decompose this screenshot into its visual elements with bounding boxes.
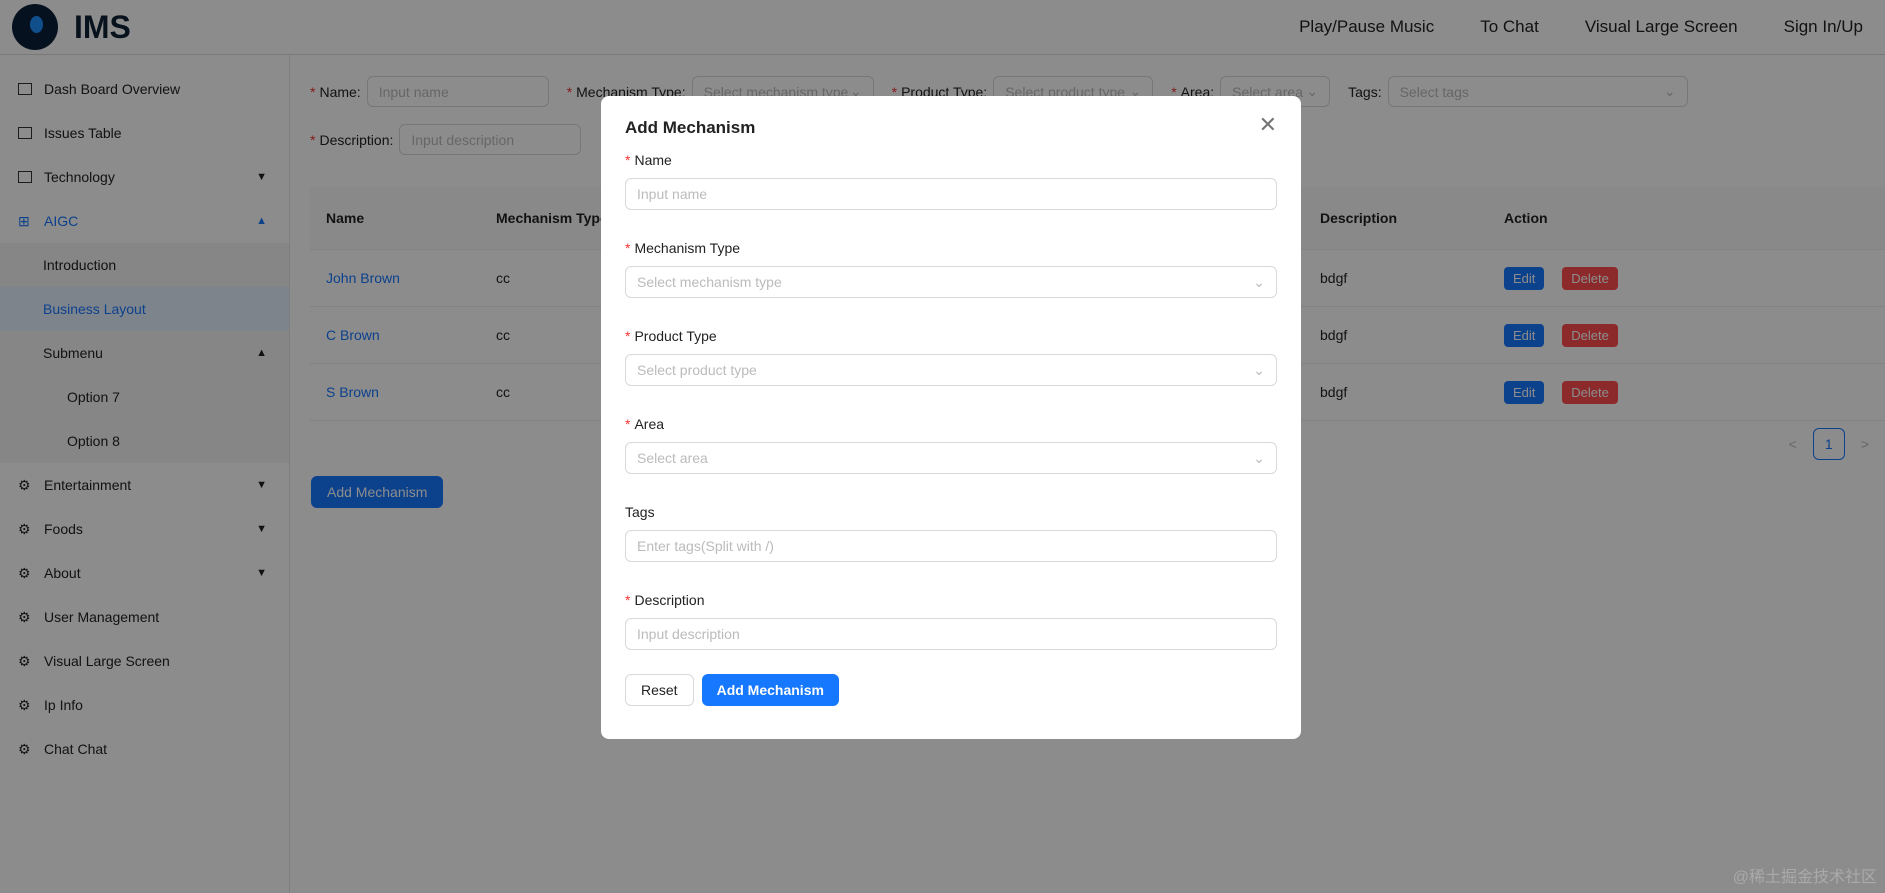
field-label: * Name — [625, 152, 672, 168]
modal-field-area[interactable]: Select area ⌄ — [625, 442, 1277, 474]
field-label: * Mechanism Type — [625, 240, 741, 256]
modal-field-name[interactable]: Input name — [625, 178, 1277, 210]
chevron-down-icon: ⌄ — [1253, 273, 1265, 290]
field-label: * Description — [625, 592, 705, 608]
field-label: * Area — [625, 416, 665, 432]
modal-field-product-type[interactable]: Select product type ⌄ — [625, 354, 1277, 386]
chevron-down-icon: ⌄ — [1253, 361, 1265, 378]
field-label: Tags — [625, 504, 655, 520]
modal-title: Add Mechanism — [625, 118, 756, 137]
close-icon[interactable]: ✕ — [1259, 112, 1277, 138]
reset-button[interactable]: Reset — [625, 674, 694, 706]
add-mechanism-modal: Add Mechanism ✕ * Name Input name * Mechani… — [601, 96, 1301, 739]
modal-field-mechanism-type[interactable]: Select mechanism type ⌄ — [625, 266, 1277, 298]
watermark: @稀土掘金技术社区 — [1732, 869, 1877, 886]
chevron-down-icon: ⌄ — [1253, 449, 1265, 466]
modal-field-description[interactable]: Input description — [625, 618, 1277, 650]
submit-add-mechanism-button[interactable]: Add Mechanism — [701, 674, 839, 706]
modal-field-tags[interactable]: Enter tags(Split with /) — [625, 530, 1277, 562]
field-label: * Product Type — [625, 328, 717, 344]
